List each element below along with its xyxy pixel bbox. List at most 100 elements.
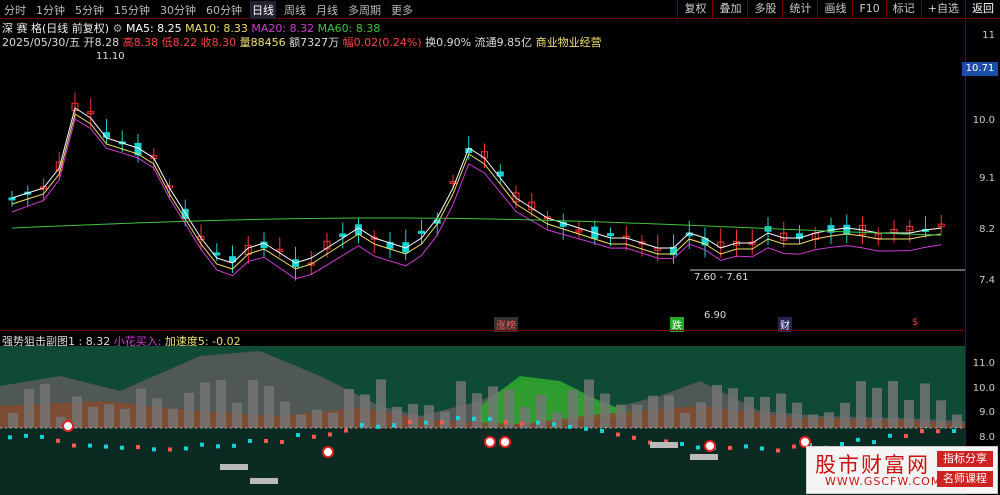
tab-10[interactable]: 更多	[389, 1, 415, 19]
tool-button-0[interactable]: 复权	[677, 0, 712, 18]
sub-dot	[616, 432, 620, 437]
tool-button-6[interactable]: 标记	[885, 0, 921, 18]
sub-bar	[664, 395, 674, 428]
axis-label: 10.0	[972, 383, 995, 394]
tool-button-7[interactable]: +自选	[920, 0, 965, 18]
sub-dot	[424, 420, 428, 425]
sub-bar	[120, 408, 130, 428]
sub-dot	[280, 440, 284, 445]
tab-2[interactable]: 5分钟	[73, 1, 106, 19]
sub-dot	[888, 433, 892, 438]
sub-dot	[88, 443, 92, 448]
tool-button-3[interactable]: 统计	[782, 0, 817, 18]
ma-line-1	[11, 113, 942, 270]
sub-bar	[360, 394, 370, 428]
sub-bar	[568, 389, 578, 428]
price-axis: 11 10.0 9.1 8.2 7.4 11.0 10.0 9.0 8.0	[965, 18, 1000, 495]
sub-dot	[632, 435, 636, 440]
sub-dot	[344, 428, 348, 433]
tool-button-8[interactable]: 返回	[965, 0, 1000, 18]
tab-5[interactable]: 60分钟	[204, 1, 244, 19]
sub-bar	[216, 380, 226, 428]
sub-dot	[792, 444, 796, 449]
sub-dot	[296, 432, 300, 437]
tab-6[interactable]: 日线	[250, 1, 276, 19]
axis-label: 9.1	[979, 173, 995, 184]
watermark-button-course[interactable]: 名师课程	[937, 471, 993, 487]
sub-dot	[408, 419, 412, 424]
sub-bar	[936, 400, 946, 428]
sub-dot	[568, 424, 572, 429]
axis-label: 9.0	[979, 407, 995, 418]
sub-dot	[744, 444, 748, 449]
tab-9[interactable]: 多周期	[346, 1, 383, 19]
sub-bar	[840, 402, 850, 428]
sub-bar	[24, 388, 34, 428]
sub-dot	[856, 437, 860, 442]
sub-bar	[696, 402, 706, 428]
watermark-url: WWW.GSCFW.COM	[825, 475, 942, 488]
tab-4[interactable]: 30分钟	[158, 1, 198, 19]
candle-body	[607, 233, 614, 237]
sub-dot	[936, 429, 940, 434]
high-price-label: 11.10	[96, 51, 125, 62]
tag-dollar[interactable]: $	[912, 317, 918, 328]
axis-label: 11.0	[972, 358, 995, 369]
sub-dot	[264, 438, 268, 443]
buy-signal-icon	[484, 436, 496, 448]
tab-3[interactable]: 15分钟	[112, 1, 152, 19]
sub-dot	[168, 447, 172, 452]
kline-chart[interactable]	[0, 48, 965, 330]
sub-dot	[952, 429, 956, 434]
tool-button-4[interactable]: 画线	[817, 0, 852, 18]
low-price-label: 6.90	[704, 310, 727, 321]
tab-1[interactable]: 1分钟	[34, 1, 67, 19]
sub-dot	[232, 443, 236, 448]
sub-dot	[376, 424, 380, 429]
tab-0[interactable]: 分时	[2, 1, 28, 19]
sub-bar	[424, 405, 434, 428]
sub-bar	[776, 393, 786, 428]
sub-bar	[136, 388, 146, 428]
axis-label: 8.2	[979, 224, 995, 235]
sub-bar	[920, 383, 930, 428]
sub-bar	[888, 381, 898, 428]
sub-bar	[184, 392, 194, 428]
sub-dot	[776, 448, 780, 453]
watermark-button-share[interactable]: 指标分享	[937, 451, 993, 467]
sub-bar	[792, 402, 802, 428]
range-label: 7.60 - 7.61	[694, 272, 749, 283]
sub-bar	[232, 402, 242, 428]
sub-bar	[648, 395, 658, 428]
axis-label: 10.0	[972, 115, 995, 126]
sub-bar	[280, 401, 290, 428]
sub-dot	[216, 444, 220, 449]
sub-bar	[264, 385, 274, 428]
sub-bar	[952, 414, 962, 428]
sub-dot	[392, 423, 396, 428]
ma-line-2	[11, 118, 942, 280]
sub-dot	[440, 420, 444, 425]
axis-label: 11	[982, 30, 995, 41]
sub-bar	[456, 381, 466, 428]
sub-bar	[712, 384, 722, 428]
sub-dot	[600, 428, 604, 433]
sub-dot	[472, 416, 476, 421]
top-toolbar: 分时 1分钟 5分钟 15分钟 30分钟 60分钟 日线 周线 月线 多周期 更多 复权 叠加 多股 统计…	[0, 0, 1000, 19]
sub-dot	[552, 422, 556, 427]
sub-dot	[360, 423, 364, 428]
sub-dot	[312, 434, 316, 439]
tab-8[interactable]: 月线	[314, 1, 340, 19]
sub-dot	[520, 421, 524, 426]
signal-block	[220, 464, 248, 470]
tool-button-2[interactable]: 多股	[747, 0, 782, 18]
watermark: 股市财富网 WWW.GSCFW.COM 指标分享 名师课程	[806, 446, 998, 494]
sub-dot	[8, 435, 12, 440]
tool-button-1[interactable]: 叠加	[712, 0, 747, 18]
sub-dot	[920, 429, 924, 434]
sub-dot	[456, 416, 460, 421]
signal-block	[250, 478, 278, 484]
tool-button-5[interactable]: F10	[852, 0, 885, 18]
tab-7[interactable]: 周线	[282, 1, 308, 19]
ma-line-0	[11, 107, 942, 264]
